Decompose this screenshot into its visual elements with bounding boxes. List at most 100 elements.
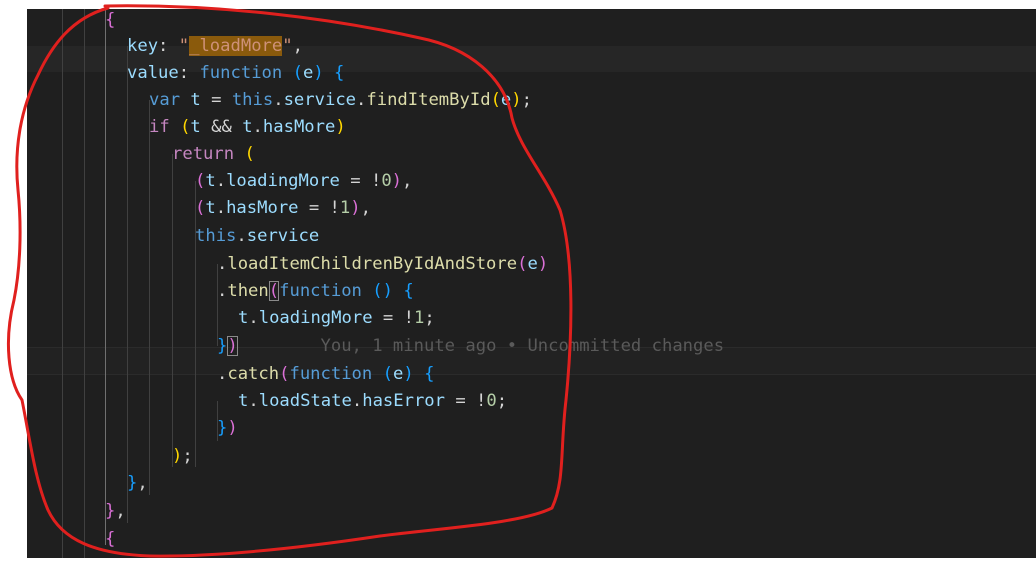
code-line[interactable]: }, xyxy=(105,498,126,525)
code-token: . xyxy=(248,308,259,328)
code-token: hasError xyxy=(362,391,446,411)
code-token: ( xyxy=(195,171,206,191)
code-token: , xyxy=(292,36,303,56)
code-token: , xyxy=(402,171,413,191)
code-token: : xyxy=(158,36,179,56)
code-token: . xyxy=(217,254,228,274)
code-token: loadState xyxy=(258,391,352,411)
code-token: ( xyxy=(490,90,501,110)
code-token: 1 xyxy=(413,308,425,328)
code-token: catch xyxy=(227,364,280,384)
code-token: this xyxy=(195,226,237,246)
code-token: e xyxy=(302,63,314,83)
code-token: { xyxy=(105,10,116,30)
code-token: = xyxy=(200,90,232,110)
code-token: e xyxy=(392,364,404,384)
code-line[interactable]: key: "_loadMore", xyxy=(127,33,303,60)
code-token: , xyxy=(137,473,148,493)
code-token: e xyxy=(500,90,512,110)
code-token: } xyxy=(217,418,228,438)
code-token: } xyxy=(127,473,138,493)
code-token: : xyxy=(178,63,200,83)
code-line[interactable]: { xyxy=(105,9,115,34)
code-token: , xyxy=(360,198,371,218)
code-line[interactable]: this.service xyxy=(195,223,319,250)
code-token: ( xyxy=(180,117,191,137)
code-token: ( xyxy=(382,364,393,384)
git-blame-annotation: You, 1 minute ago • Uncommitted changes xyxy=(237,336,725,356)
code-token: hasMore xyxy=(262,117,336,137)
code-line[interactable]: (t.hasMore = !1), xyxy=(195,195,371,222)
indent-guide xyxy=(62,9,63,558)
code-line[interactable]: .then(function () { xyxy=(217,278,414,305)
code-line[interactable]: }) You, 1 minute ago • Uncommitted chang… xyxy=(217,333,724,360)
code-token: { xyxy=(403,281,414,301)
code-token: . xyxy=(356,90,367,110)
code-token: return xyxy=(172,144,235,164)
code-token: . xyxy=(273,90,284,110)
code-line[interactable]: { xyxy=(105,526,115,553)
code-token: value xyxy=(127,63,179,83)
code-line[interactable]: .catch(function (e) { xyxy=(217,361,434,388)
code-token: ; xyxy=(424,308,435,328)
code-token: t xyxy=(238,391,249,411)
code-token: () xyxy=(372,281,393,301)
code-line[interactable]: }, xyxy=(127,470,148,497)
code-line[interactable]: ); xyxy=(172,443,193,470)
code-token: t xyxy=(190,117,201,137)
code-line[interactable]: .loadItemChildrenByIdAndStore(e) xyxy=(217,251,548,278)
code-token: { xyxy=(105,529,116,549)
code-token: findItemById xyxy=(366,90,491,110)
code-line[interactable]: value: function (e) { xyxy=(127,60,344,87)
code-token: 0 xyxy=(381,171,392,191)
indent-guide xyxy=(172,154,173,467)
code-token: ) xyxy=(313,63,324,83)
code-token: t xyxy=(190,90,201,110)
code-token: t xyxy=(238,308,249,328)
code-line[interactable]: if (t && t.hasMore) xyxy=(149,114,346,141)
code-token: function xyxy=(199,63,283,83)
code-token: ; xyxy=(496,391,508,411)
code-token: key xyxy=(127,36,159,56)
code-token: = ! xyxy=(372,308,414,328)
code-token: this xyxy=(231,90,274,110)
code-line[interactable]: t.loadingMore = !1; xyxy=(238,305,435,332)
code-line[interactable]: return ( xyxy=(172,141,255,168)
code-token: . xyxy=(215,171,227,191)
indent-guide xyxy=(84,9,85,558)
code-token: ) xyxy=(227,418,238,438)
code-line[interactable]: var t = this.service.findItemById(e); xyxy=(149,87,532,114)
code-token: . xyxy=(217,364,228,384)
code-token: . xyxy=(236,226,247,246)
code-token: var xyxy=(149,90,181,110)
code-line[interactable]: t.loadState.hasError = !0; xyxy=(238,388,507,415)
code-token: ( xyxy=(517,254,528,274)
code-token: = ! xyxy=(298,198,340,218)
code-token: ) xyxy=(350,198,361,218)
code-line[interactable]: }) xyxy=(217,415,238,442)
code-token: } xyxy=(105,501,116,521)
code-token: function xyxy=(279,281,362,301)
code-token: ) xyxy=(391,171,403,191)
code-editor[interactable]: {key: "_loadMore", value: function (e) {v… xyxy=(27,9,1036,558)
code-token: loadItemChildrenByIdAndStore xyxy=(227,254,518,274)
code-token: . xyxy=(252,117,263,137)
code-token: then xyxy=(227,281,269,301)
code-token: ( xyxy=(244,144,255,164)
code-token: " xyxy=(282,36,293,56)
code-token: = ! xyxy=(445,391,487,411)
code-token: ) xyxy=(227,336,238,356)
code-line[interactable]: (t.loadingMore = !0), xyxy=(195,168,412,195)
code-token: _loadMore xyxy=(189,36,283,56)
code-token: service xyxy=(246,226,320,246)
code-token: hasMore xyxy=(226,198,299,218)
code-token: 0 xyxy=(486,391,497,411)
code-token: . xyxy=(217,281,228,301)
